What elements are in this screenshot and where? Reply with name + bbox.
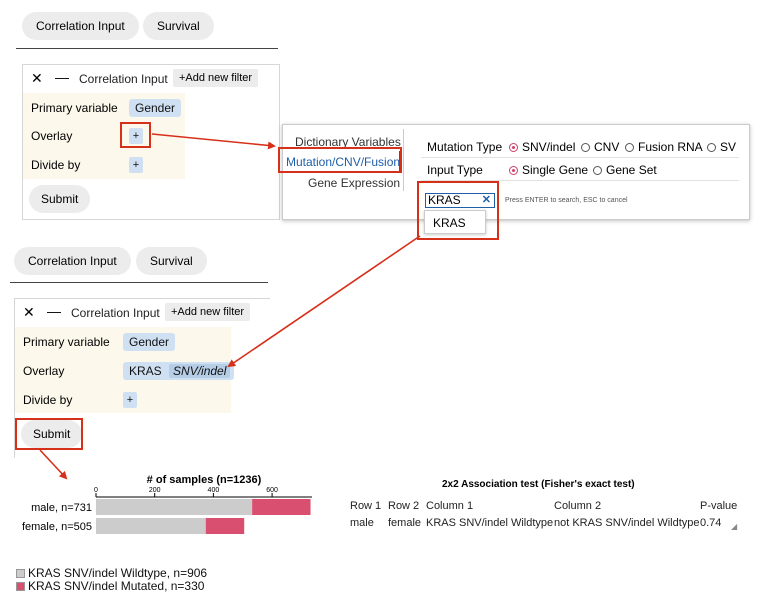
cell-pvalue: 0.74 xyxy=(700,517,722,529)
category-label: female, n=505 xyxy=(22,521,92,533)
col-header-pvalue: P-value xyxy=(700,500,738,512)
col-header-row2: Row 2 xyxy=(388,500,420,512)
bar-mutated[interactable] xyxy=(205,518,245,534)
x-tick-label: 200 xyxy=(149,487,161,494)
resize-handle-icon[interactable]: ◢ xyxy=(731,522,737,531)
bar-wildtype[interactable] xyxy=(96,499,253,515)
x-tick-label: 0 xyxy=(94,487,98,494)
cell-row2: female xyxy=(388,517,422,529)
association-title: 2x2 Association test (Fisher's exact tes… xyxy=(442,479,635,490)
x-tick-label: 400 xyxy=(208,487,220,494)
col-header-column2: Column 2 xyxy=(554,500,602,512)
x-tick-label: 600 xyxy=(266,487,278,494)
cell-row1: male xyxy=(350,517,374,529)
cell-column1: KRAS SNV/indel Wildtype xyxy=(426,517,554,529)
category-label: male, n=731 xyxy=(31,502,92,514)
legend-label-mutated: KRAS SNV/indel Mutated, n=330 xyxy=(28,579,205,593)
arrow-overlay-to-menu xyxy=(151,133,276,150)
cell-column2: not KRAS SNV/indel Wildtype xyxy=(554,517,700,529)
legend-label-wildtype: KRAS SNV/indel Wildtype, n=906 xyxy=(28,566,208,580)
bar-mutated[interactable] xyxy=(252,499,311,515)
arrow-search-to-overlay xyxy=(227,235,421,368)
bar-chart: 0 200 400 600 male, n=731 female, n=505 xyxy=(22,487,312,534)
legend-swatch-wildtype xyxy=(16,569,25,578)
arrow-submit-to-chart xyxy=(39,449,68,480)
legend-swatch-mutated xyxy=(16,582,25,591)
bar-wildtype[interactable] xyxy=(96,518,206,534)
col-header-column1: Column 1 xyxy=(426,500,474,512)
col-header-row1: Row 1 xyxy=(350,500,382,512)
